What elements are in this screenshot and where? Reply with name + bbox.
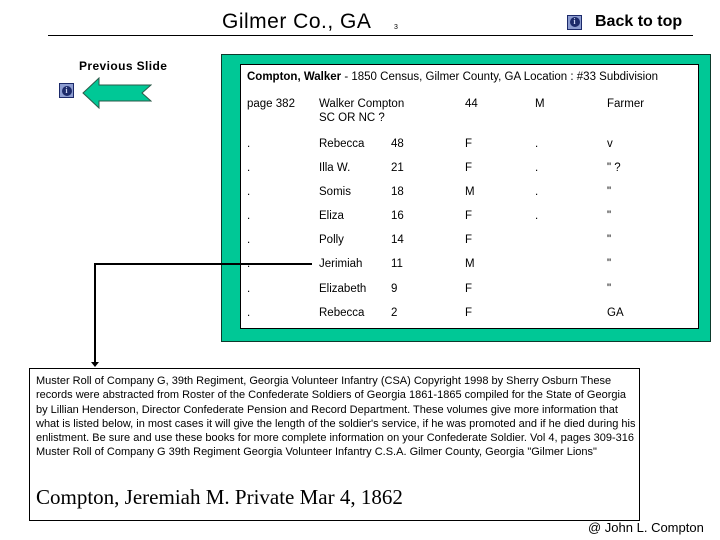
census-name: Compton, Walker [247,71,342,83]
cell-age: 9 [391,283,398,295]
cell-col6: " [607,283,612,295]
cell-col6: " [607,186,612,198]
cell-col5: . [535,162,539,174]
cell-age: 2 [391,307,398,319]
muster-roll-box: Muster Roll of Company G, 39th Regiment,… [29,368,640,521]
cell-age: 44 [465,98,478,110]
cell-name: Rebecca [319,307,365,319]
cell-age: 16 [391,210,404,222]
cell-name: Elizabeth [319,283,367,295]
cell-col6: GA [607,307,624,319]
soldier-record: Compton, Jeremiah M. Private Mar 4, 1862 [36,485,403,509]
connector-arrowhead [91,362,99,367]
cell-name: Rebecca [319,138,365,150]
cell-name-line2: SC OR NC ? [319,112,385,124]
cell-sex: F [465,162,473,174]
cell-col5: . [535,138,539,150]
cell-col6: " [607,210,612,222]
cell-sex: M [465,186,475,198]
cell-sex: F [465,234,473,246]
cell-col6: " [607,234,612,246]
cell-sex: M [535,98,545,110]
cell-age: 21 [391,162,404,174]
cell-name: Eliza [319,210,344,222]
cell-col6: Farmer [607,98,645,110]
cell-name: Illa W. [319,162,351,174]
title-underline [48,35,693,36]
cell-age: 11 [391,258,403,270]
cell-col1: . [247,162,251,174]
cell-name: Polly [319,234,344,246]
info-icon[interactable]: i [567,14,582,30]
left-arrow-icon[interactable] [82,77,152,109]
cell-col5: . [535,210,539,222]
back-to-top-button[interactable]: i Back to top [567,13,682,31]
cell-col6: v [607,138,613,150]
muster-roll-text: Muster Roll of Company G, 39th Regiment,… [36,375,636,459]
census-record: Compton, Walker - 1850 Census, Gilmer Co… [240,64,699,329]
page-title: Gilmer Co., GA [222,10,372,33]
cell-sex: M [465,258,475,270]
cell-name: Somis [319,186,351,198]
cell-name: Jerimiah [319,258,363,270]
cell-col1: . [247,283,251,295]
cell-age: 18 [391,186,404,198]
census-header: Compton, Walker - 1850 Census, Gilmer Co… [247,71,658,83]
connector-line [94,263,96,364]
back-to-top-label[interactable]: Back to top [595,13,682,31]
cell-col5: . [535,186,539,198]
cell-age: 14 [391,234,404,246]
cell-sex: F [465,307,473,319]
previous-slide-label: Previous Slide [79,59,168,73]
census-description: - 1850 Census, Gilmer County, GA Locatio… [341,71,658,83]
copyright: @ John L. Compton [588,520,704,535]
cell-col6: " [607,258,612,270]
cell-sex: F [465,138,473,150]
cell-col1: page 382 [247,98,295,110]
cell-col1: . [247,186,251,198]
info-icon[interactable]: i [59,83,74,98]
cell-name: Walker Compton [319,98,405,110]
cell-col1: . [247,210,251,222]
cell-col1: . [247,234,251,246]
cell-col1: . [247,307,251,319]
cell-col6: " ? [607,162,621,174]
cell-sex: F [465,283,473,295]
connector-line [94,263,312,265]
cell-age: 48 [391,138,404,150]
cell-sex: F [465,210,473,222]
cell-col1: . [247,138,251,150]
slide-number: 3 [394,24,398,31]
